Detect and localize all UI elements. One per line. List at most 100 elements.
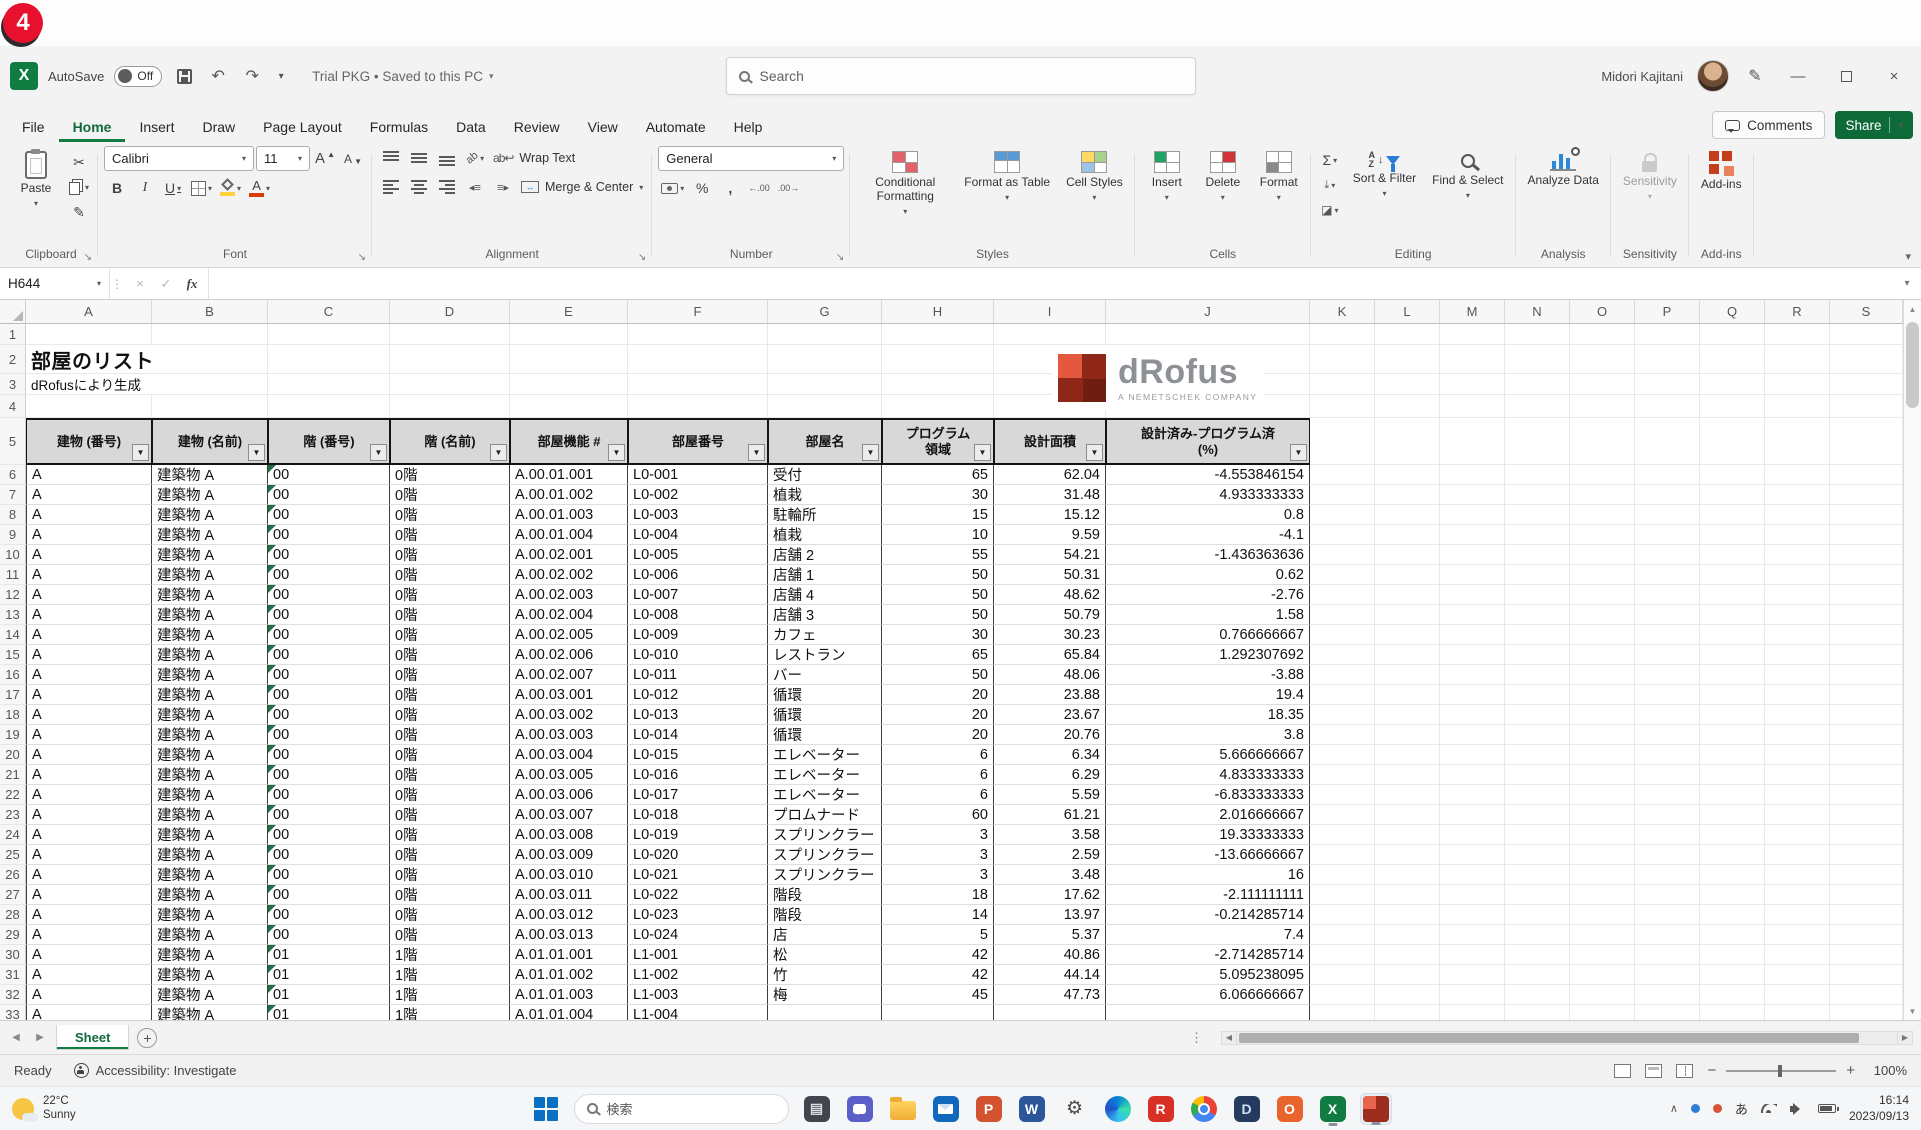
cell-S12[interactable] [1830,585,1903,605]
cell-A22[interactable]: A [26,785,152,805]
cell-D16[interactable]: 0階 [390,665,510,685]
name-box[interactable]: H644 ▾ [0,268,110,299]
cell-G25[interactable]: スプリンクラー [768,845,882,865]
cell-A26[interactable]: A [26,865,152,885]
font-color-button[interactable]: A▾ [246,176,273,200]
cell-N20[interactable] [1505,745,1570,765]
cell-B9[interactable]: 建築物 A [152,525,268,545]
formula-input[interactable] [209,268,1893,299]
cell-A6[interactable]: A [26,465,152,485]
cell-L33[interactable] [1375,1005,1440,1020]
cell-Q7[interactable] [1700,485,1765,505]
cell-A10[interactable]: A [26,545,152,565]
cell-J23[interactable]: 2.016666667 [1106,805,1310,825]
cell-P26[interactable] [1635,865,1700,885]
cell-K23[interactable] [1310,805,1375,825]
cell-F29[interactable]: L0-024 [628,925,768,945]
cell-J19[interactable]: 3.8 [1106,725,1310,745]
cell-I21[interactable]: 6.29 [994,765,1106,785]
cell-I10[interactable]: 54.21 [994,545,1106,565]
cell-G30[interactable]: 松 [768,945,882,965]
excel-icon[interactable]: X [1317,1093,1349,1125]
cell-F16[interactable]: L0-011 [628,665,768,685]
insert-function-button[interactable]: fx [180,272,204,296]
cell-P25[interactable] [1635,845,1700,865]
cell-B23[interactable]: 建築物 A [152,805,268,825]
cell-Q14[interactable] [1700,625,1765,645]
cell-P14[interactable] [1635,625,1700,645]
align-right-button[interactable] [434,175,460,199]
cell-P23[interactable] [1635,805,1700,825]
teams-icon[interactable] [844,1093,876,1125]
cell-O21[interactable] [1570,765,1635,785]
cell-Q17[interactable] [1700,685,1765,705]
column-header-I[interactable]: I [994,300,1106,323]
cell-L3[interactable] [1375,374,1440,395]
cell-Q18[interactable] [1700,705,1765,725]
cell-O31[interactable] [1570,965,1635,985]
cell-A30[interactable]: A [26,945,152,965]
chrome-icon[interactable] [1188,1093,1220,1125]
increase-indent-button[interactable]: ≡▸ [490,175,516,199]
row-header-1[interactable]: 1 [0,324,26,345]
cell-L16[interactable] [1375,665,1440,685]
cell-M27[interactable] [1440,885,1505,905]
cell-B32[interactable]: 建築物 A [152,985,268,1005]
cell-E16[interactable]: A.00.02.007 [510,665,628,685]
cell-I25[interactable]: 2.59 [994,845,1106,865]
security-tray-icon[interactable] [1713,1104,1722,1113]
cell-R4[interactable] [1765,395,1830,418]
cell-F31[interactable]: L1-002 [628,965,768,985]
cell-J21[interactable]: 4.833333333 [1106,765,1310,785]
cell-C6[interactable]: 00 [268,465,390,485]
cell-C16[interactable]: 00 [268,665,390,685]
cell-I20[interactable]: 6.34 [994,745,1106,765]
cell-S30[interactable] [1830,945,1903,965]
cell-K18[interactable] [1310,705,1375,725]
cell-N21[interactable] [1505,765,1570,785]
cell-K31[interactable] [1310,965,1375,985]
cell-I26[interactable]: 3.48 [994,865,1106,885]
cell-E29[interactable]: A.00.03.013 [510,925,628,945]
cell-N17[interactable] [1505,685,1570,705]
cell-G23[interactable]: プロムナード [768,805,882,825]
cell-B29[interactable]: 建築物 A [152,925,268,945]
tray-expand-icon[interactable]: ∧ [1670,1102,1678,1115]
cell-G21[interactable]: エレベーター [768,765,882,785]
cell-J25[interactable]: -13.66666667 [1106,845,1310,865]
cell-H2[interactable] [882,345,994,374]
cell-C26[interactable]: 00 [268,865,390,885]
analyze-data-button[interactable]: Analyze Data [1522,146,1605,190]
cell-Q12[interactable] [1700,585,1765,605]
font-dialog-launcher[interactable]: ↘ [358,252,366,263]
filter-button[interactable]: ▼ [974,444,991,461]
cell-F30[interactable]: L1-001 [628,945,768,965]
row-header-32[interactable]: 32 [0,985,26,1005]
cell-M31[interactable] [1440,965,1505,985]
cell-S11[interactable] [1830,565,1903,585]
cell-N10[interactable] [1505,545,1570,565]
cell-C28[interactable]: 00 [268,905,390,925]
row-header-8[interactable]: 8 [0,505,26,525]
cell-A5[interactable]: 建物 (番号)▼ [26,418,152,465]
orientation-button[interactable]: ab▾ [462,146,488,170]
collapse-ribbon-icon[interactable]: ▾ [1905,250,1911,263]
cell-P12[interactable] [1635,585,1700,605]
avatar[interactable] [1697,60,1729,92]
cell-S18[interactable] [1830,705,1903,725]
cell-B5[interactable]: 建物 (名前)▼ [152,418,268,465]
cell-N1[interactable] [1505,324,1570,345]
cell-G14[interactable]: カフェ [768,625,882,645]
cell-C32[interactable]: 01 [268,985,390,1005]
cell-L29[interactable] [1375,925,1440,945]
quick-access-dropdown-icon[interactable]: ▾ [274,63,288,89]
cell-C19[interactable]: 00 [268,725,390,745]
filter-button[interactable]: ▼ [1290,444,1307,461]
cell-G5[interactable]: 部屋名▼ [768,418,882,465]
cell-Q24[interactable] [1700,825,1765,845]
cell-F8[interactable]: L0-003 [628,505,768,525]
cell-N7[interactable] [1505,485,1570,505]
cell-K19[interactable] [1310,725,1375,745]
cell-K27[interactable] [1310,885,1375,905]
cell-C27[interactable]: 00 [268,885,390,905]
